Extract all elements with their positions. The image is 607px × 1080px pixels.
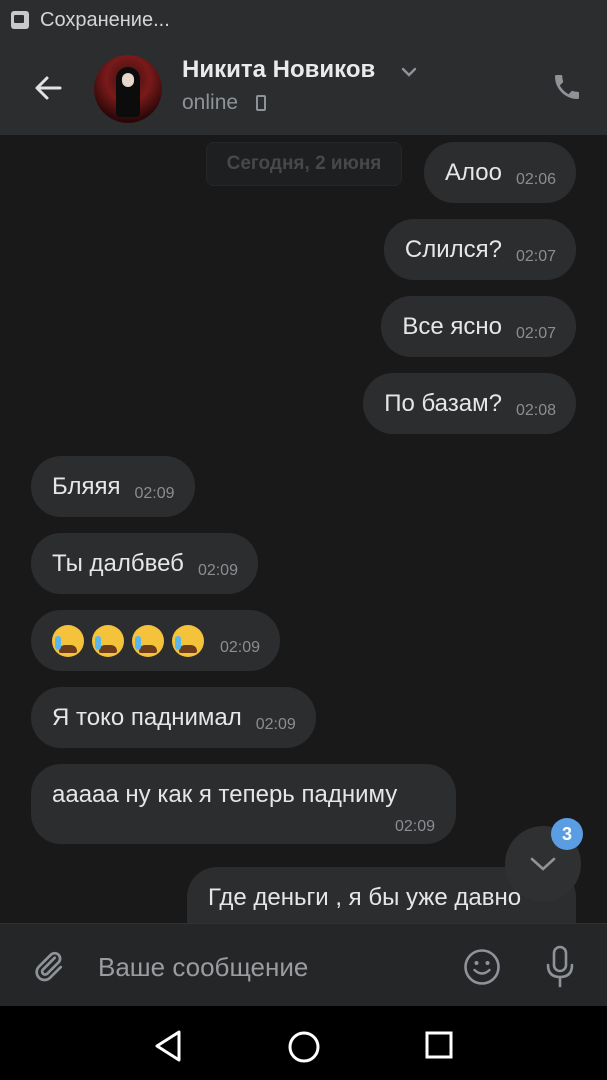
image-icon [11, 11, 29, 29]
smiley-icon[interactable] [463, 948, 501, 986]
phone-icon[interactable] [551, 70, 583, 104]
message-text: Ты далбвеб [52, 549, 184, 577]
message-text: Бляяя [52, 472, 121, 500]
status-bar: Сохранение... [0, 0, 607, 40]
chat-header: Никита Новиков online [0, 40, 607, 135]
message-time: 02:09 [197, 561, 238, 579]
microphone-icon[interactable] [544, 944, 576, 990]
message-text: Я токо паднимал [52, 703, 242, 731]
chevron-down-icon [530, 857, 556, 871]
message-bubble[interactable]: Слился? 02:07 [383, 219, 576, 280]
message-time: 02:09 [220, 638, 261, 656]
message-list[interactable]: Алоо 02:06 Слился? 02:07 Все ясно 02:07 … [0, 135, 607, 923]
message-text: Слился? [404, 235, 502, 263]
crying-emoji-icon [172, 624, 204, 657]
contact-status: online [182, 91, 239, 114]
composer-bar [0, 923, 607, 1007]
message-time: 02:06 [515, 170, 556, 188]
message-input[interactable] [96, 942, 440, 992]
message-text: Где деньги , я бы уже давно [208, 883, 522, 911]
message-bubble[interactable]: 02:09 [31, 610, 281, 671]
message-bubble[interactable]: Все ясно 02:07 [381, 296, 576, 357]
message-bubble[interactable]: По базам? 02:08 [363, 373, 576, 434]
contact-name[interactable]: Никита Новиков [182, 56, 375, 84]
message-bubble[interactable]: Бляяя 02:09 [31, 456, 195, 517]
message-time: 02:09 [255, 715, 296, 733]
message-time: 02:08 [515, 401, 556, 419]
message-text: Все ясно [402, 312, 502, 340]
status-text: Сохранение... [40, 8, 170, 31]
message-time: 02:07 [515, 324, 556, 342]
unread-badge: 3 [551, 818, 583, 850]
message-time: 02:09 [394, 818, 435, 835]
nav-home-icon[interactable] [287, 1030, 321, 1064]
message-bubble[interactable]: Алоо 02:06 [423, 142, 576, 203]
message-bubble[interactable]: ааааа ну как я теперь падниму 02:09 [31, 764, 456, 844]
nav-back-icon[interactable] [152, 1028, 184, 1064]
chevron-down-icon[interactable] [400, 66, 418, 78]
paperclip-icon[interactable] [30, 946, 66, 986]
message-time: 02:09 [134, 484, 175, 502]
message-time: 02:07 [515, 247, 556, 265]
message-bubble[interactable]: Ты далбвеб 02:09 [31, 533, 258, 594]
crying-emoji-icon [52, 624, 84, 657]
message-text: По базам? [384, 389, 502, 417]
message-bubble[interactable]: Я токо паднимал 02:09 [31, 687, 316, 748]
message-text: Алоо [444, 158, 502, 186]
message-text: ааааа ну как я теперь падниму [52, 781, 398, 808]
back-arrow-icon[interactable] [30, 70, 66, 106]
crying-emoji-icon [92, 624, 124, 657]
mobile-icon [256, 95, 266, 111]
crying-emoji-icon [132, 624, 164, 657]
avatar[interactable] [94, 55, 162, 123]
nav-recents-icon[interactable] [424, 1030, 454, 1060]
system-nav-bar [0, 1006, 607, 1080]
